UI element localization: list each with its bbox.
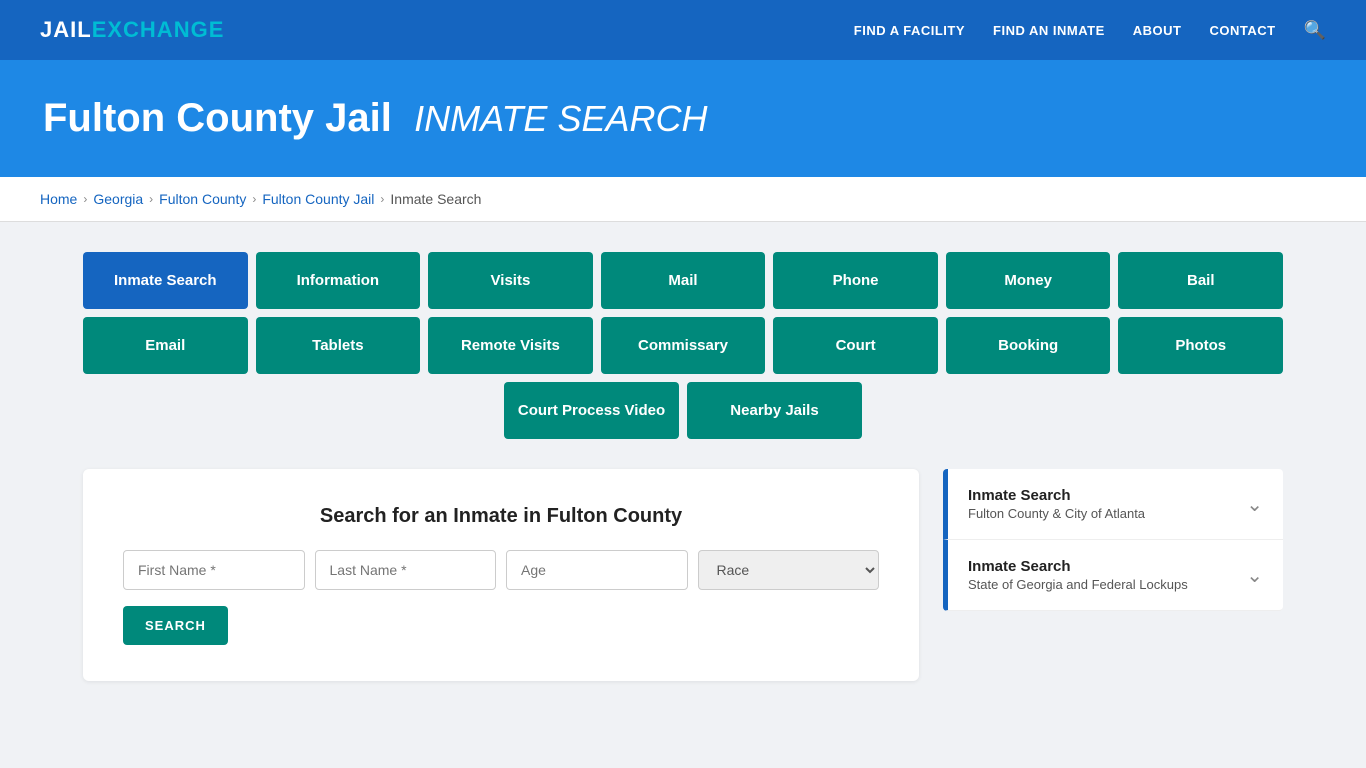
search-inputs: Race White Black Hispanic Asian Other [123,550,879,590]
breadcrumb-sep-1: › [83,192,87,206]
nav-find-inmate[interactable]: FIND AN INMATE [993,23,1105,38]
breadcrumb-current: Inmate Search [390,191,481,207]
hero-title-italic: INMATE SEARCH [414,98,707,139]
tab-information[interactable]: Information [256,252,421,309]
sidebar-item-state-subtitle: State of Georgia and Federal Lockups [968,577,1188,592]
tabs-row-3: Court Process Video Nearby Jails [83,382,1283,439]
breadcrumb-home[interactable]: Home [40,191,77,207]
hero-section: Fulton County Jail INMATE SEARCH [0,60,1366,177]
race-select[interactable]: Race White Black Hispanic Asian Other [698,550,880,590]
bottom-section: Search for an Inmate in Fulton County Ra… [83,469,1283,681]
breadcrumb: Home › Georgia › Fulton County › Fulton … [40,191,1326,207]
nav-contact[interactable]: CONTACT [1209,23,1275,38]
breadcrumb-sep-2: › [149,192,153,206]
sidebar-item-state-title: Inmate Search [968,558,1188,575]
nav-about[interactable]: ABOUT [1133,23,1182,38]
nav-find-facility[interactable]: FIND A FACILITY [854,23,965,38]
breadcrumb-fulton-jail[interactable]: Fulton County Jail [262,191,374,207]
search-form-card: Search for an Inmate in Fulton County Ra… [83,469,919,681]
sidebar-item-fulton-subtitle: Fulton County & City of Atlanta [968,506,1145,521]
sidebar-item-state[interactable]: Inmate Search State of Georgia and Feder… [943,540,1283,611]
tabs-row-2: Email Tablets Remote Visits Commissary C… [83,317,1283,374]
tab-court[interactable]: Court [773,317,938,374]
sidebar-item-fulton-title: Inmate Search [968,487,1145,504]
tabs-row-1: Inmate Search Information Visits Mail Ph… [83,252,1283,309]
tab-bail[interactable]: Bail [1118,252,1283,309]
logo-jail: JAIL [40,17,92,42]
tab-visits[interactable]: Visits [428,252,593,309]
tab-inmate-search[interactable]: Inmate Search [83,252,248,309]
tab-tablets[interactable]: Tablets [256,317,421,374]
sidebar-item-fulton[interactable]: Inmate Search Fulton County & City of At… [943,469,1283,540]
first-name-input[interactable] [123,550,305,590]
hero-title-bold: Fulton County Jail [43,96,392,140]
sidebar: Inmate Search Fulton County & City of At… [943,469,1283,611]
page-title: Fulton County Jail INMATE SEARCH [43,96,1323,141]
search-button[interactable]: SEARCH [123,606,228,645]
breadcrumb-georgia[interactable]: Georgia [93,191,143,207]
breadcrumb-sep-4: › [380,192,384,206]
chevron-down-icon: ⌄ [1246,492,1263,517]
main-nav: FIND A FACILITY FIND AN INMATE ABOUT CON… [854,20,1326,41]
breadcrumb-bar: Home › Georgia › Fulton County › Fulton … [0,177,1366,222]
site-header: JAILEXCHANGE FIND A FACILITY FIND AN INM… [0,0,1366,60]
tab-nearby-jails[interactable]: Nearby Jails [687,382,862,439]
tab-money[interactable]: Money [946,252,1111,309]
chevron-down-icon-2: ⌄ [1246,563,1263,588]
tabs-grid: Inmate Search Information Visits Mail Ph… [83,252,1283,439]
tab-booking[interactable]: Booking [946,317,1111,374]
site-logo: JAILEXCHANGE [40,17,224,43]
last-name-input[interactable] [315,550,497,590]
search-form-title: Search for an Inmate in Fulton County [123,505,879,528]
logo-exchange: EXCHANGE [92,17,225,42]
search-icon[interactable]: 🔍 [1304,20,1326,41]
tab-commissary[interactable]: Commissary [601,317,766,374]
tab-phone[interactable]: Phone [773,252,938,309]
tab-court-process-video[interactable]: Court Process Video [504,382,679,439]
main-content: Inmate Search Information Visits Mail Ph… [43,222,1323,711]
age-input[interactable] [506,550,688,590]
breadcrumb-sep-3: › [252,192,256,206]
tab-mail[interactable]: Mail [601,252,766,309]
breadcrumb-fulton-county[interactable]: Fulton County [159,191,246,207]
tab-remote-visits[interactable]: Remote Visits [428,317,593,374]
tab-photos[interactable]: Photos [1118,317,1283,374]
tab-email[interactable]: Email [83,317,248,374]
